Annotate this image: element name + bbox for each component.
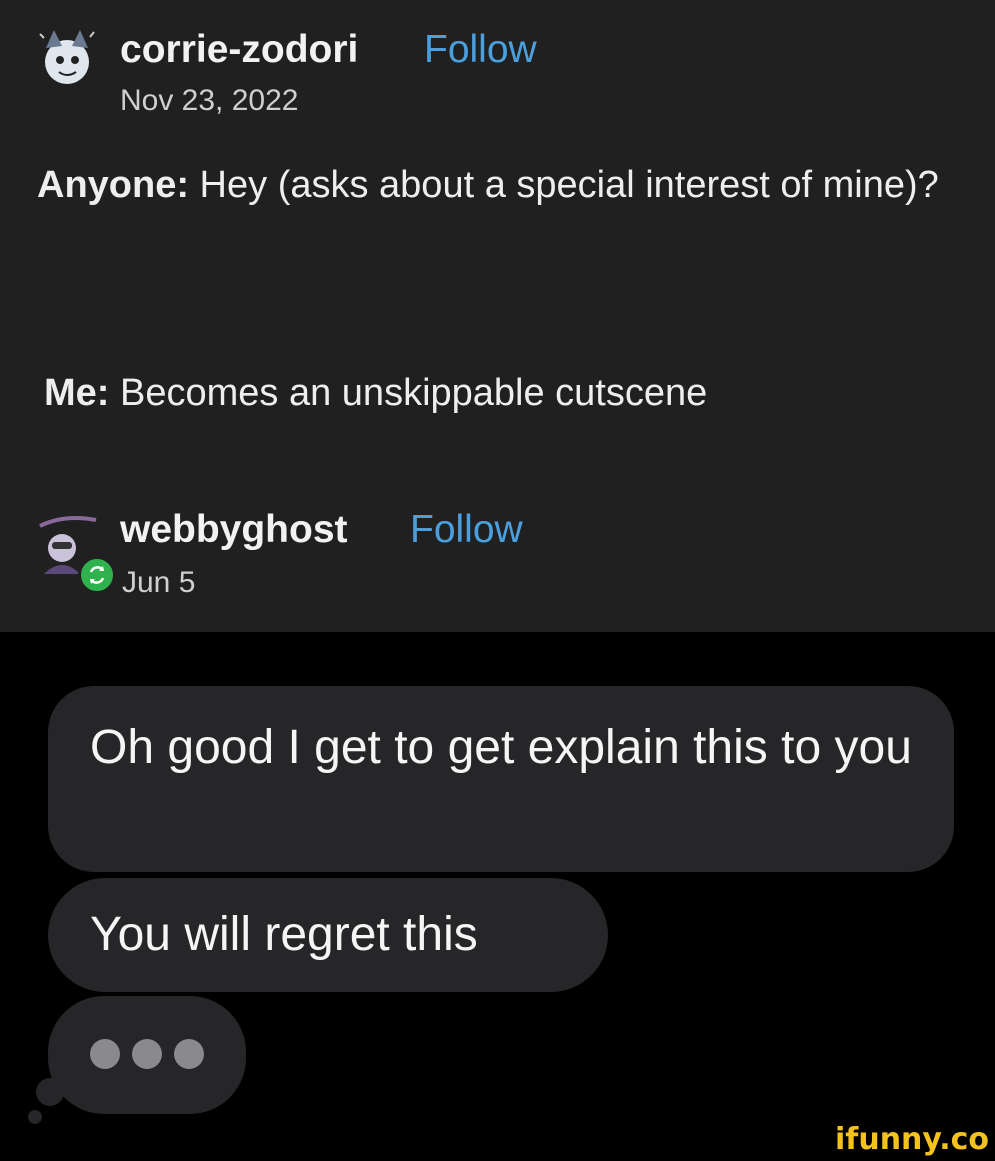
follow-button[interactable]: Follow bbox=[424, 28, 537, 72]
typing-bubble-tail bbox=[28, 1110, 42, 1124]
typing-dot bbox=[132, 1039, 162, 1069]
post-text: Hey (asks about a special interest of mi… bbox=[189, 164, 939, 206]
typing-bubble-tail bbox=[36, 1078, 64, 1106]
typing-dot bbox=[174, 1039, 204, 1069]
typing-dot bbox=[90, 1039, 120, 1069]
corrie-zodori-avatar-icon[interactable] bbox=[32, 22, 102, 92]
post-body-line-2: Me: Becomes an unskippable cutscene bbox=[44, 364, 984, 422]
watermark: ifunny.co bbox=[835, 1122, 989, 1157]
post-body-line-1: Anyone: Hey (asks about a special intere… bbox=[37, 156, 977, 214]
tumblr-post-area: corrie-zodori Follow Nov 23, 2022 Anyone… bbox=[0, 0, 995, 632]
speaker-label: Anyone: bbox=[37, 164, 189, 206]
post-date: Nov 23, 2022 bbox=[120, 84, 299, 117]
reblog-icon bbox=[78, 556, 116, 594]
typing-dots-icon bbox=[48, 996, 246, 1114]
message-bubble: You will regret this bbox=[48, 878, 608, 992]
post-username[interactable]: webbyghost bbox=[120, 508, 348, 552]
follow-button[interactable]: Follow bbox=[410, 508, 523, 552]
post-date: Jun 5 bbox=[122, 566, 196, 599]
post-text: Becomes an unskippable cutscene bbox=[109, 372, 708, 414]
message-bubble: Oh good I get to get explain this to you bbox=[48, 686, 954, 872]
speaker-label: Me: bbox=[44, 372, 110, 414]
post-username[interactable]: corrie-zodori bbox=[120, 28, 358, 72]
